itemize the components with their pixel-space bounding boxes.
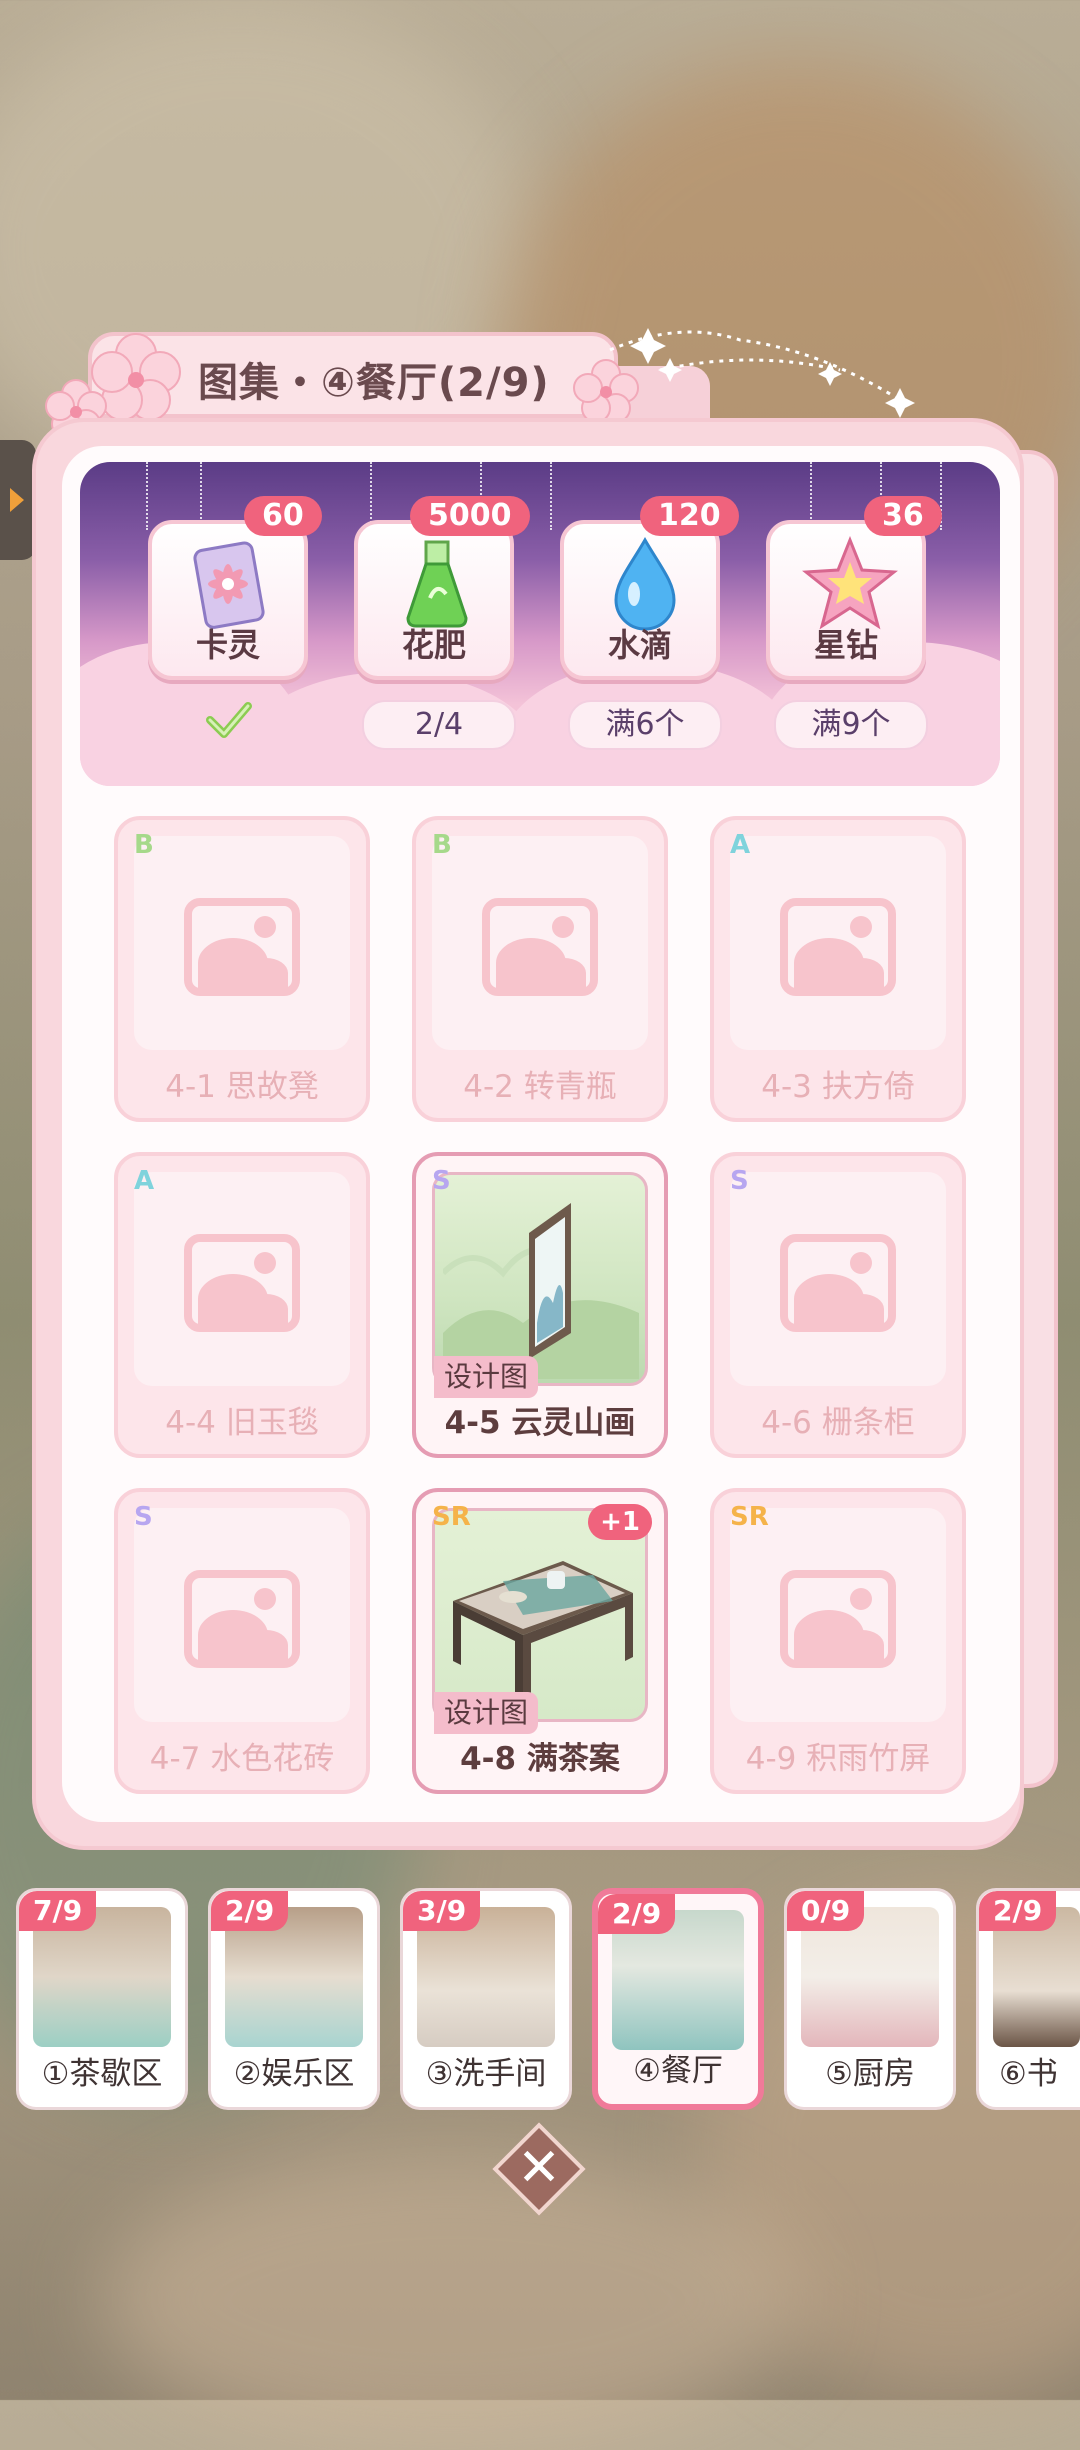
room-name: ③洗手间 (425, 2056, 547, 2092)
collection-card[interactable]: S 4-7 水色花砖 (114, 1488, 370, 1794)
reward-requirement: 2/4 (362, 700, 516, 750)
new-count-badge: +1 (588, 1504, 652, 1540)
card-image (432, 1172, 648, 1386)
tea-table-icon (453, 1561, 633, 1701)
card-name: 4-9 积雨竹屏 (745, 1741, 931, 1777)
image-placeholder-icon (780, 898, 896, 996)
card-name: 4-7 水色花砖 (149, 1741, 335, 1777)
image-placeholder-icon (184, 898, 300, 996)
image-placeholder-icon (780, 1234, 896, 1332)
room-progress-badge: 0/9 (787, 1891, 865, 1931)
image-placeholder-icon (780, 1570, 896, 1668)
card-image (432, 1508, 648, 1722)
rank-badge: B (134, 830, 154, 860)
room-tab-study[interactable]: 2/9 ⑥书 (976, 1888, 1080, 2110)
mountain-painting-screen-icon (443, 1203, 639, 1379)
fertilizer-icon (406, 540, 468, 628)
collection-card[interactable]: A 4-4 旧玉毯 (114, 1152, 370, 1458)
card-image-placeholder (432, 836, 648, 1050)
room-progress-badge: 3/9 (403, 1891, 481, 1931)
card-name: 4-8 满茶案 (460, 1741, 620, 1777)
card-name: 4-1 思故凳 (165, 1069, 319, 1105)
room-name: ⑥书 (999, 2056, 1058, 2092)
card-image-placeholder (730, 1508, 946, 1722)
close-icon[interactable]: ✕ (506, 2130, 572, 2206)
room-progress-badge: 2/9 (979, 1891, 1057, 1931)
reward-count: 5000 (410, 496, 530, 536)
image-placeholder-icon (184, 1570, 300, 1668)
reward-star-diamond[interactable]: 星钻 (766, 520, 926, 680)
room-name: ②娱乐区 (233, 2056, 355, 2092)
card-image-placeholder (134, 1172, 350, 1386)
design-blueprint-tag: 设计图 (434, 1356, 539, 1398)
rank-badge: SR (730, 1502, 769, 1532)
rank-badge: S (730, 1166, 749, 1196)
room-progress-badge: 7/9 (19, 1891, 97, 1931)
checkmark-icon (206, 702, 252, 738)
room-tab-kitchen[interactable]: 0/9 ⑤厨房 (784, 1888, 956, 2110)
design-blueprint-tag: 设计图 (434, 1692, 539, 1734)
card-name: 4-2 转青瓶 (463, 1069, 617, 1105)
collection-card[interactable]: SR 4-9 积雨竹屏 (710, 1488, 966, 1794)
reward-fertilizer[interactable]: 花肥 (354, 520, 514, 680)
reward-requirement: 满6个 (568, 700, 722, 750)
water-drop-icon (614, 536, 676, 631)
sparkle-string-decoration (609, 328, 915, 418)
card-name: 4-6 栅条柜 (761, 1405, 915, 1441)
card-image-placeholder (134, 1508, 350, 1722)
rank-badge: A (730, 830, 751, 860)
reward-count: 36 (864, 496, 942, 536)
reward-label: 水滴 (607, 626, 672, 664)
image-placeholder-icon (482, 898, 598, 996)
reward-count: 120 (640, 496, 739, 536)
reward-count: 60 (244, 496, 322, 536)
room-tab-dining-active[interactable]: 2/9 ④餐厅 (592, 1888, 764, 2110)
reward-water-drop[interactable]: 水滴 (560, 520, 720, 680)
collection-card[interactable]: S 4-6 栅条柜 (710, 1152, 966, 1458)
reward-card-ling[interactable]: 卡灵 (148, 520, 308, 680)
image-placeholder-icon (184, 1234, 300, 1332)
page-title: 图集・④餐厅(2/9) (198, 360, 550, 406)
side-expand-tab[interactable] (0, 440, 36, 560)
card-name: 4-4 旧玉毯 (165, 1405, 319, 1441)
room-name: ⑤厨房 (825, 2056, 915, 2092)
card-name: 4-5 云灵山画 (444, 1405, 636, 1441)
reward-label: 星钻 (813, 626, 878, 664)
room-tab-entertainment[interactable]: 2/9 ②娱乐区 (208, 1888, 380, 2110)
rank-badge: SR (432, 1502, 471, 1532)
collection-card[interactable]: B 4-2 转青瓶 (412, 816, 668, 1122)
star-diamond-icon (802, 536, 898, 630)
card-image-placeholder (730, 1172, 946, 1386)
collection-card[interactable]: B 4-1 思故凳 (114, 816, 370, 1122)
collection-card-owned[interactable]: S 设计图 4-5 云灵山画 (412, 1152, 668, 1458)
room-progress-badge: 2/9 (598, 1894, 676, 1934)
rank-badge: S (134, 1502, 153, 1532)
card-image-placeholder (134, 836, 350, 1050)
rank-badge: A (134, 1166, 155, 1196)
reward-label: 卡灵 (195, 626, 260, 664)
room-tab-restroom[interactable]: 3/9 ③洗手间 (400, 1888, 572, 2110)
collection-card-owned[interactable]: SR +1 设计图 4-8 满茶案 (412, 1488, 668, 1794)
reward-requirement: 满9个 (774, 700, 928, 750)
room-progress-badge: 2/9 (211, 1891, 289, 1931)
collection-card[interactable]: A 4-3 扶方倚 (710, 816, 966, 1122)
room-name: ①茶歇区 (41, 2056, 163, 2092)
card-image-placeholder (730, 836, 946, 1050)
rank-badge: S (432, 1166, 451, 1196)
room-name: ④餐厅 (633, 2053, 723, 2089)
reward-label: 花肥 (401, 626, 466, 664)
room-tab-tea-break[interactable]: 7/9 ①茶歇区 (16, 1888, 188, 2110)
card-name: 4-3 扶方倚 (761, 1069, 915, 1105)
rank-badge: B (432, 830, 452, 860)
card-icon (193, 541, 265, 629)
